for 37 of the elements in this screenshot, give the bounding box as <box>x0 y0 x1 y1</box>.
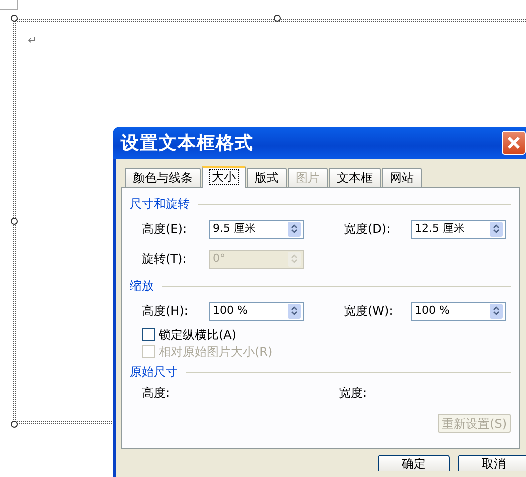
spinner-icon[interactable] <box>288 222 301 236</box>
field-label: 宽度(D): <box>344 221 392 238</box>
spin-field[interactable]: 100 % <box>411 302 506 320</box>
window-title: 设置文本框格式 <box>121 132 254 156</box>
checkbox-label: 相对原始图片大小(R) <box>159 344 273 360</box>
spin-field[interactable]: 9.5 厘米 <box>209 220 304 238</box>
margin-mark <box>0 0 18 10</box>
paragraph-mark: ↵ <box>28 33 38 49</box>
tab[interactable]: 文本框 <box>329 168 381 187</box>
field-label: 宽度: <box>339 385 368 402</box>
dialog-button[interactable]: 确定 <box>378 455 450 471</box>
tab[interactable]: 大小 <box>202 166 246 188</box>
section-title: 原始尺寸 <box>130 364 178 381</box>
tab[interactable]: 版式 <box>247 168 287 187</box>
field-label: 高度: <box>142 385 170 402</box>
spinner-icon[interactable] <box>490 304 503 318</box>
close-button[interactable] <box>502 131 526 155</box>
checkbox[interactable] <box>142 328 155 341</box>
field-label: 宽度(W): <box>344 303 394 320</box>
checkbox-label: 锁定纵横比(A) <box>159 326 237 344</box>
resize-handle-icon[interactable] <box>11 421 18 428</box>
field-label: 高度(H): <box>142 303 190 320</box>
spinner-icon[interactable] <box>490 222 503 236</box>
section-title: 缩放 <box>130 278 154 295</box>
resize-handle-icon[interactable] <box>11 15 18 22</box>
tab[interactable]: 网站 <box>382 168 422 187</box>
close-icon <box>507 136 521 150</box>
spin-field[interactable]: 12.5 厘米 <box>411 220 506 238</box>
spin-field[interactable]: 100 % <box>209 302 304 320</box>
resize-handle-icon[interactable] <box>11 218 18 225</box>
resize-handle-icon[interactable] <box>274 15 281 22</box>
spinner-icon[interactable] <box>288 304 301 318</box>
field-label: 高度(E): <box>142 221 188 238</box>
section-title: 尺寸和旋转 <box>130 196 190 213</box>
field-label: 旋转(T): <box>142 251 188 268</box>
dialog-button[interactable]: 取消 <box>458 455 526 471</box>
tab[interactable]: 颜色与线条 <box>125 168 201 187</box>
